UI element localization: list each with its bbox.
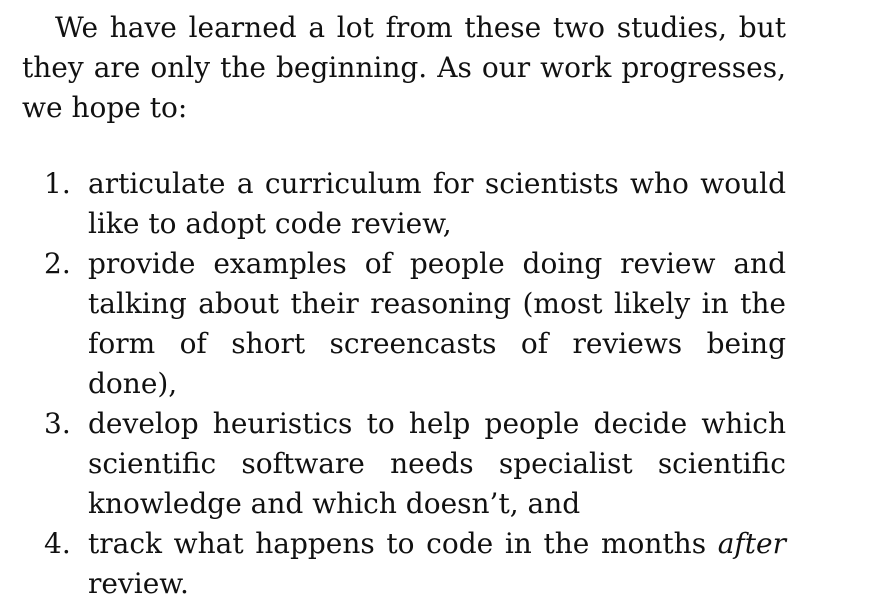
list-item-emphasis: after: [717, 527, 786, 560]
list-item-text: articulate a curriculum for scientists w…: [88, 167, 786, 240]
list-item-number: 2.: [44, 247, 71, 280]
list-item: 3. develop heuristics to help people dec…: [22, 404, 786, 524]
list-item: 1. articulate a curriculum for scientist…: [22, 164, 786, 244]
list-item: 2. provide examples of people doing revi…: [22, 244, 786, 404]
document-body: We have learned a lot from these two stu…: [22, 8, 786, 600]
list-item-text-before: track what happens to code in the months: [88, 527, 718, 560]
list-item-text: develop heuristics to help people decide…: [88, 407, 786, 520]
intro-paragraph: We have learned a lot from these two stu…: [22, 11, 786, 124]
list-item-number: 4.: [44, 527, 71, 560]
list-item: 4. track what happens to code in the mon…: [22, 524, 786, 604]
list-item-text: provide examples of people doing review …: [88, 247, 786, 400]
list-item-number: 3.: [44, 407, 71, 440]
goals-list: 1. articulate a curriculum for scientist…: [22, 164, 786, 604]
list-item-number: 1.: [44, 167, 71, 200]
list-item-text-after: review.: [88, 567, 189, 600]
